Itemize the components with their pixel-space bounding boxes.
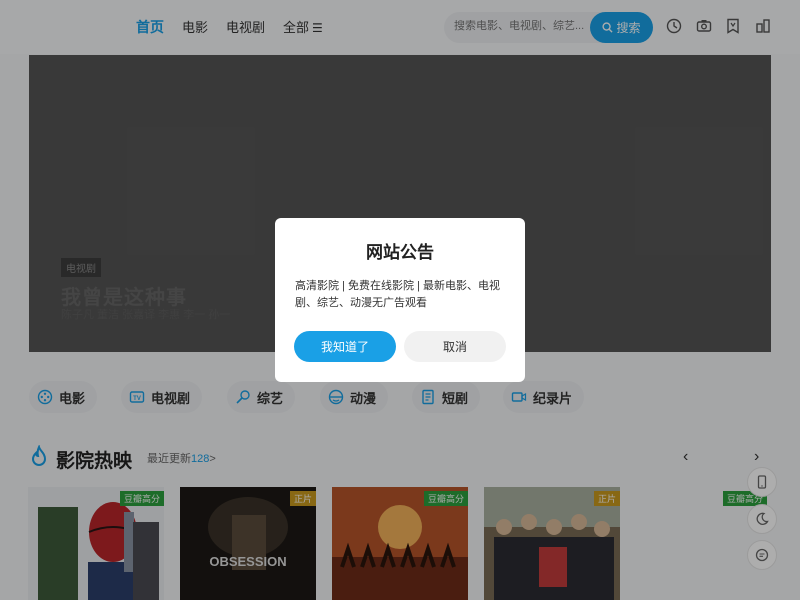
announcement-dialog: 网站公告 高清影院 | 免费在线影院 | 最新电影、电视剧、综艺、动漫无广告观看… [275, 218, 525, 382]
confirm-button[interactable]: 我知道了 [294, 331, 396, 362]
dialog-title: 网站公告 [366, 243, 434, 262]
cancel-button[interactable]: 取消 [404, 331, 506, 362]
dialog-body: 高清影院 | 免费在线影院 | 最新电影、电视剧、综艺、动漫无广告观看 [295, 280, 500, 309]
